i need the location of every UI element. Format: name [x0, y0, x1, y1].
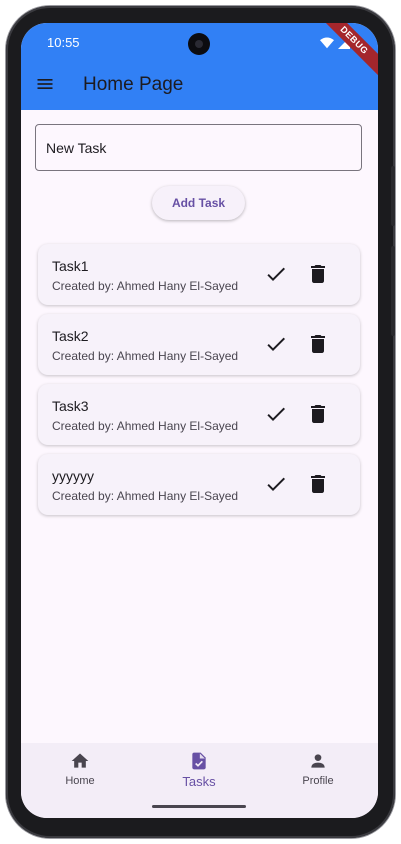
- delete-icon[interactable]: [306, 332, 330, 356]
- task-title: Task2: [52, 328, 89, 344]
- nav-item-profile[interactable]: Profile: [278, 751, 358, 791]
- task-card: Task2 Created by: Ahmed Hany El-Sayed: [38, 314, 360, 375]
- home-icon: [71, 753, 89, 768]
- nav-item-tasks[interactable]: Tasks: [159, 751, 239, 791]
- task-title: Task3: [52, 398, 89, 414]
- power-button: [391, 166, 395, 226]
- task-icon: [192, 752, 206, 770]
- page-title: Home Page: [83, 74, 184, 95]
- delete-icon[interactable]: [306, 402, 330, 426]
- check-icon[interactable]: [264, 262, 288, 286]
- task-card: Task3 Created by: Ahmed Hany El-Sayed: [38, 384, 360, 445]
- wifi-icon: [320, 36, 334, 48]
- check-icon[interactable]: [264, 402, 288, 426]
- check-icon[interactable]: [264, 332, 288, 356]
- delete-icon[interactable]: [306, 262, 330, 286]
- app-bar: 10:55 DEBUG Home Page: [21, 23, 378, 110]
- task-card: yyyyyy Created by: Ahmed Hany El-Sayed: [38, 454, 360, 515]
- task-created-by: Created by: Ahmed Hany El-Sayed: [52, 419, 239, 433]
- person-icon: [311, 754, 325, 768]
- status-time: 10:55: [47, 35, 80, 50]
- task-card: Task1 Created by: Ahmed Hany El-Sayed: [38, 244, 360, 305]
- task-created-by: Created by: Ahmed Hany El-Sayed: [52, 349, 239, 363]
- nav-label-home: Home: [65, 775, 95, 787]
- nav-label-tasks: Tasks: [182, 774, 216, 789]
- gesture-home-indicator[interactable]: [152, 805, 246, 808]
- app-screen: 10:55 DEBUG Home Page Add Task Task1 Cre…: [21, 23, 378, 818]
- add-task-button[interactable]: Add Task: [152, 186, 245, 220]
- nav-label-profile: Profile: [302, 775, 334, 787]
- front-camera: [188, 33, 210, 55]
- bottom-navigation: Home Tasks Profile: [21, 743, 378, 818]
- task-created-by: Created by: Ahmed Hany El-Sayed: [52, 279, 239, 293]
- volume-button: [391, 246, 395, 336]
- check-icon[interactable]: [264, 472, 288, 496]
- new-task-input[interactable]: [35, 124, 362, 171]
- task-title: Task1: [52, 258, 89, 274]
- debug-ribbon: DEBUG: [313, 23, 378, 82]
- task-title: yyyyyy: [52, 468, 94, 484]
- nav-item-home[interactable]: Home: [40, 751, 120, 791]
- hamburger-menu-icon[interactable]: [35, 74, 55, 94]
- task-created-by: Created by: Ahmed Hany El-Sayed: [52, 489, 239, 503]
- delete-icon[interactable]: [306, 472, 330, 496]
